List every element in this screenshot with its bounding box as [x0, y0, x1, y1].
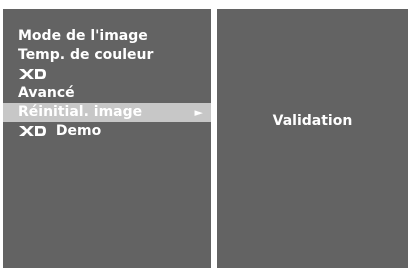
- menu-item-label: Avancé: [18, 85, 75, 101]
- menu-item-label: Réinitial. image: [18, 104, 143, 120]
- picture-menu: Mode de l'image Temp. de couleur Avancé …: [3, 27, 211, 141]
- submenu-arrow-icon: ►: [194, 106, 203, 119]
- validation-option[interactable]: Validation: [217, 112, 408, 131]
- submenu-panel: [217, 9, 408, 268]
- menu-item-color-temperature[interactable]: Temp. de couleur: [3, 46, 211, 65]
- menu-item-label: Mode de l'image: [18, 28, 148, 44]
- xd-logo: [18, 68, 47, 80]
- menu-item-picture-mode[interactable]: Mode de l'image: [3, 27, 211, 46]
- osd-screen: Mode de l'image Temp. de couleur Avancé …: [0, 0, 411, 278]
- xd-logo: [18, 125, 47, 137]
- menu-item-label: Demo: [55, 123, 102, 139]
- menu-item-xd[interactable]: [3, 65, 211, 84]
- menu-item-label: Temp. de couleur: [18, 47, 154, 63]
- menu-item-advanced[interactable]: Avancé: [3, 84, 211, 103]
- menu-item-picture-reset[interactable]: Réinitial. image ►: [3, 103, 211, 122]
- menu-item-xd-demo[interactable]: Demo: [3, 122, 211, 141]
- panel-divider: [212, 9, 216, 268]
